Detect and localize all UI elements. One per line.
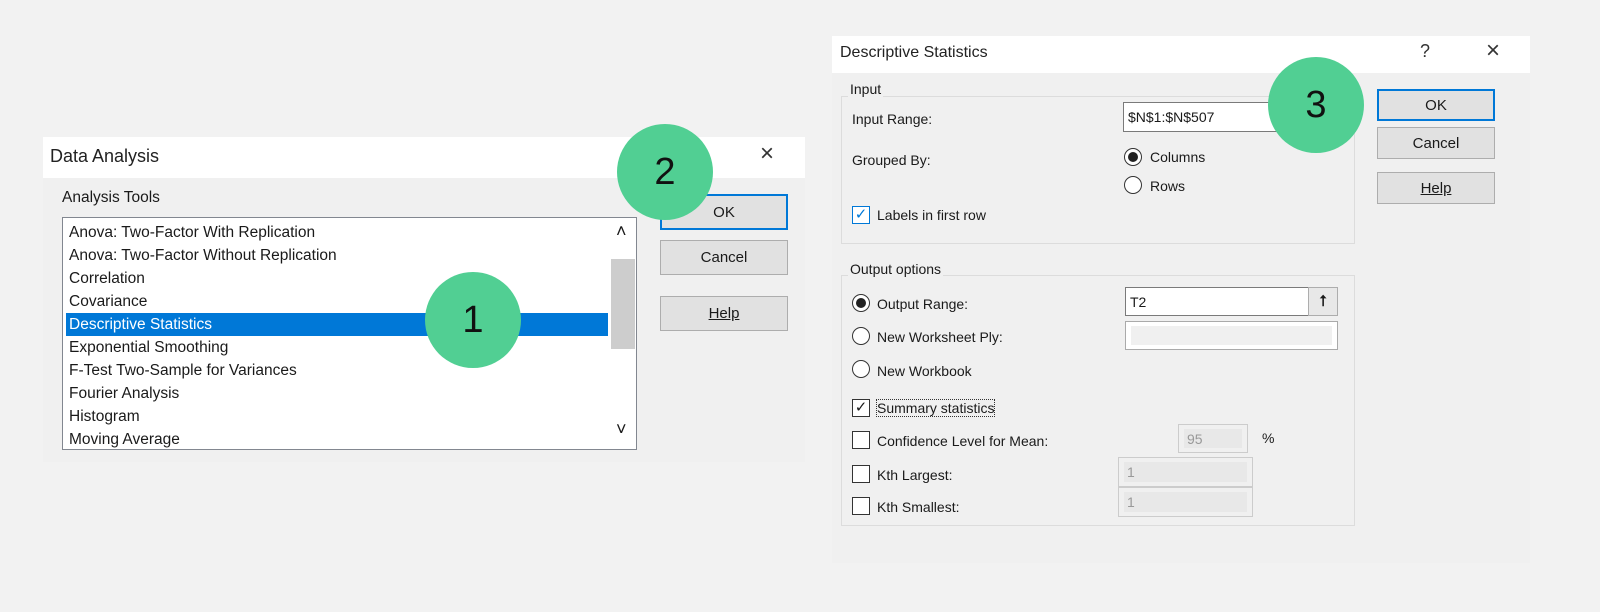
descriptive-statistics-dialog: Descriptive Statistics ? × Input Input R…: [832, 36, 1530, 563]
help-button[interactable]: Help: [1377, 172, 1495, 204]
list-item[interactable]: Histogram: [66, 405, 140, 428]
list-item[interactable]: Fourier Analysis: [66, 382, 179, 405]
list-item[interactable]: Covariance: [66, 290, 147, 313]
columns-label[interactable]: Columns: [1150, 149, 1205, 165]
analysis-tools-label: Analysis Tools: [62, 189, 160, 206]
kth-largest-label[interactable]: Kth Largest:: [877, 467, 953, 483]
kth-largest-checkbox[interactable]: [852, 465, 870, 483]
step-marker-3: 3: [1268, 57, 1364, 153]
kth-smallest-value: 1: [1124, 492, 1247, 512]
new-worksheet-ply-label[interactable]: New Worksheet Ply:: [877, 329, 1003, 345]
scroll-up-icon[interactable]: ˄: [616, 221, 627, 242]
new-worksheet-ply-radio[interactable]: [852, 327, 870, 345]
list-item[interactable]: Exponential Smoothing: [66, 336, 228, 359]
confidence-level-field[interactable]: 95: [1178, 424, 1248, 453]
cancel-button[interactable]: Cancel: [1377, 127, 1495, 159]
percent-label: %: [1262, 430, 1275, 446]
kth-smallest-checkbox[interactable]: [852, 497, 870, 515]
new-worksheet-ply-field[interactable]: [1125, 321, 1338, 350]
analysis-tools-list[interactable]: Anova: Two-Factor With Replication Anova:…: [62, 217, 637, 450]
ok-button[interactable]: OK: [1377, 89, 1495, 121]
grouped-by-label: Grouped By:: [852, 152, 931, 168]
list-item[interactable]: Descriptive Statistics: [66, 313, 608, 336]
output-range-radio[interactable]: [852, 294, 870, 312]
list-item[interactable]: Correlation: [66, 267, 145, 290]
input-range-label: Input Range:: [852, 111, 933, 127]
output-range-field[interactable]: T2: [1125, 287, 1309, 316]
labels-first-row-checkbox[interactable]: ✓: [852, 206, 870, 224]
summary-statistics-label[interactable]: Summary statistics: [875, 399, 996, 417]
kth-smallest-label[interactable]: Kth Smallest:: [877, 499, 959, 515]
list-item[interactable]: F-Test Two-Sample for Variances: [66, 359, 297, 382]
upload-arrow-icon: ⭡: [1319, 293, 1327, 310]
list-item[interactable]: Anova: Two-Factor With Replication: [66, 221, 315, 244]
input-group-label: Input: [848, 81, 884, 97]
step-marker-1: 1: [425, 272, 521, 368]
confidence-level-checkbox[interactable]: [852, 431, 870, 449]
confidence-level-label[interactable]: Confidence Level for Mean:: [877, 433, 1048, 449]
dialog-title: Data Analysis: [50, 146, 160, 166]
summary-statistics-checkbox[interactable]: ✓: [852, 399, 870, 417]
columns-radio[interactable]: [1124, 148, 1142, 166]
collapse-dialog-button[interactable]: ⭡: [1308, 287, 1338, 316]
new-workbook-radio[interactable]: [852, 360, 870, 378]
scroll-down-icon[interactable]: ˅: [616, 419, 627, 440]
confidence-level-value: 95: [1184, 429, 1242, 448]
kth-largest-field[interactable]: 1: [1118, 457, 1253, 487]
kth-largest-value: 1: [1124, 462, 1247, 482]
new-workbook-label[interactable]: New Workbook: [877, 363, 972, 379]
list-item[interactable]: Anova: Two-Factor Without Replication: [66, 244, 337, 267]
dialog-title: Descriptive Statistics: [840, 44, 988, 61]
output-range-label[interactable]: Output Range:: [877, 296, 968, 312]
title-bar: Descriptive Statistics ? ×: [832, 36, 1530, 73]
list-item[interactable]: Moving Average: [66, 428, 180, 451]
step-marker-2: 2: [617, 124, 713, 220]
kth-smallest-field[interactable]: 1: [1118, 487, 1253, 517]
close-icon[interactable]: ×: [1486, 37, 1500, 65]
output-group-label: Output options: [848, 261, 944, 277]
close-icon[interactable]: ×: [760, 140, 774, 168]
rows-radio[interactable]: [1124, 176, 1142, 194]
cancel-button[interactable]: Cancel: [660, 240, 788, 275]
rows-label[interactable]: Rows: [1150, 178, 1185, 194]
help-button[interactable]: Help: [660, 296, 788, 331]
scrollbar[interactable]: ˄ ˅: [609, 219, 635, 448]
labels-first-row-label[interactable]: Labels in first row: [877, 207, 986, 223]
help-icon[interactable]: ?: [1420, 41, 1430, 62]
scrollbar-thumb[interactable]: [611, 259, 635, 349]
